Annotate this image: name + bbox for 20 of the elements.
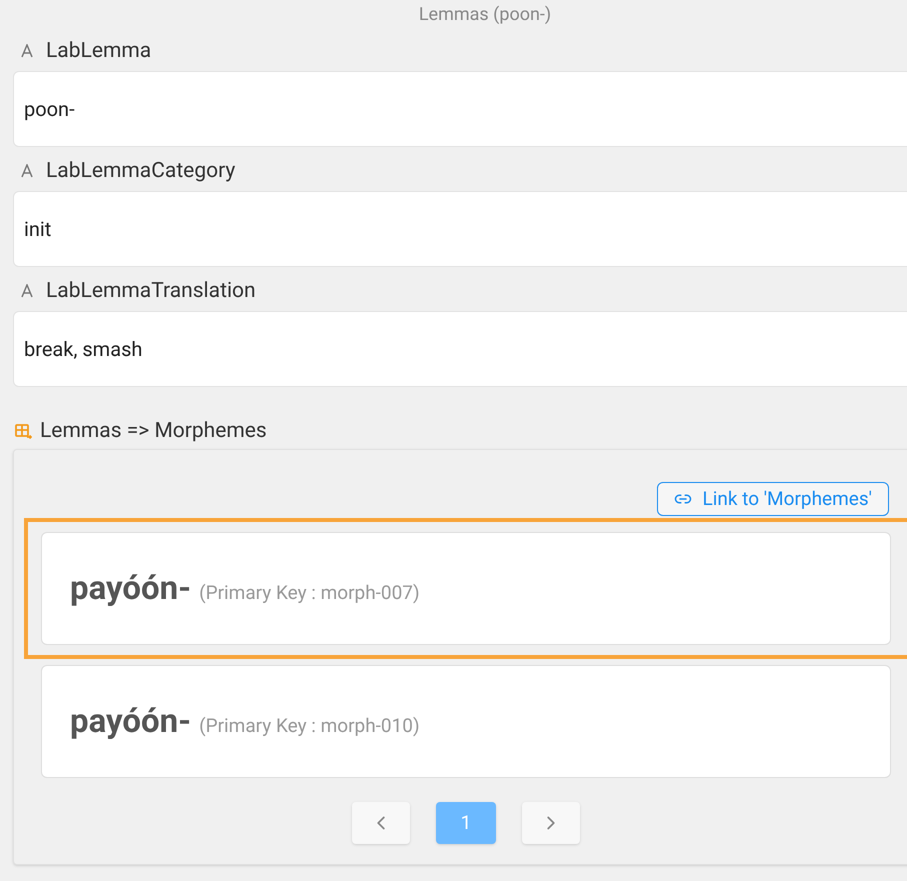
- record-title: payóón-: [70, 702, 192, 742]
- text-type-icon: [20, 44, 34, 58]
- text-type-icon: [20, 164, 34, 178]
- page-title: Lemmas (poon-): [418, 3, 552, 27]
- table-link-icon: [15, 424, 32, 438]
- primary-key-text: (Primary Key : morph-010): [199, 713, 420, 739]
- relation-label: Lemmas => Morphemes: [40, 418, 267, 445]
- previous-page-button[interactable]: [352, 802, 410, 844]
- primary-key-text: (Primary Key : morph-007): [199, 580, 420, 606]
- text-field[interactable]: init: [13, 191, 907, 267]
- field-label: LabLemmaCategory: [46, 158, 236, 185]
- field-label: LabLemmaTranslation: [46, 278, 256, 305]
- field-label: LabLemma: [46, 38, 152, 65]
- next-page-button[interactable]: [522, 802, 580, 844]
- text-field[interactable]: poon-: [13, 71, 907, 147]
- record-card[interactable]: payóón- (Primary Key : morph-010): [41, 665, 891, 778]
- record-title: payóón-: [70, 569, 192, 609]
- text-field[interactable]: break, smash: [13, 311, 907, 387]
- record-card[interactable]: payóón- (Primary Key : morph-007): [41, 532, 891, 645]
- text-type-icon: [20, 284, 34, 298]
